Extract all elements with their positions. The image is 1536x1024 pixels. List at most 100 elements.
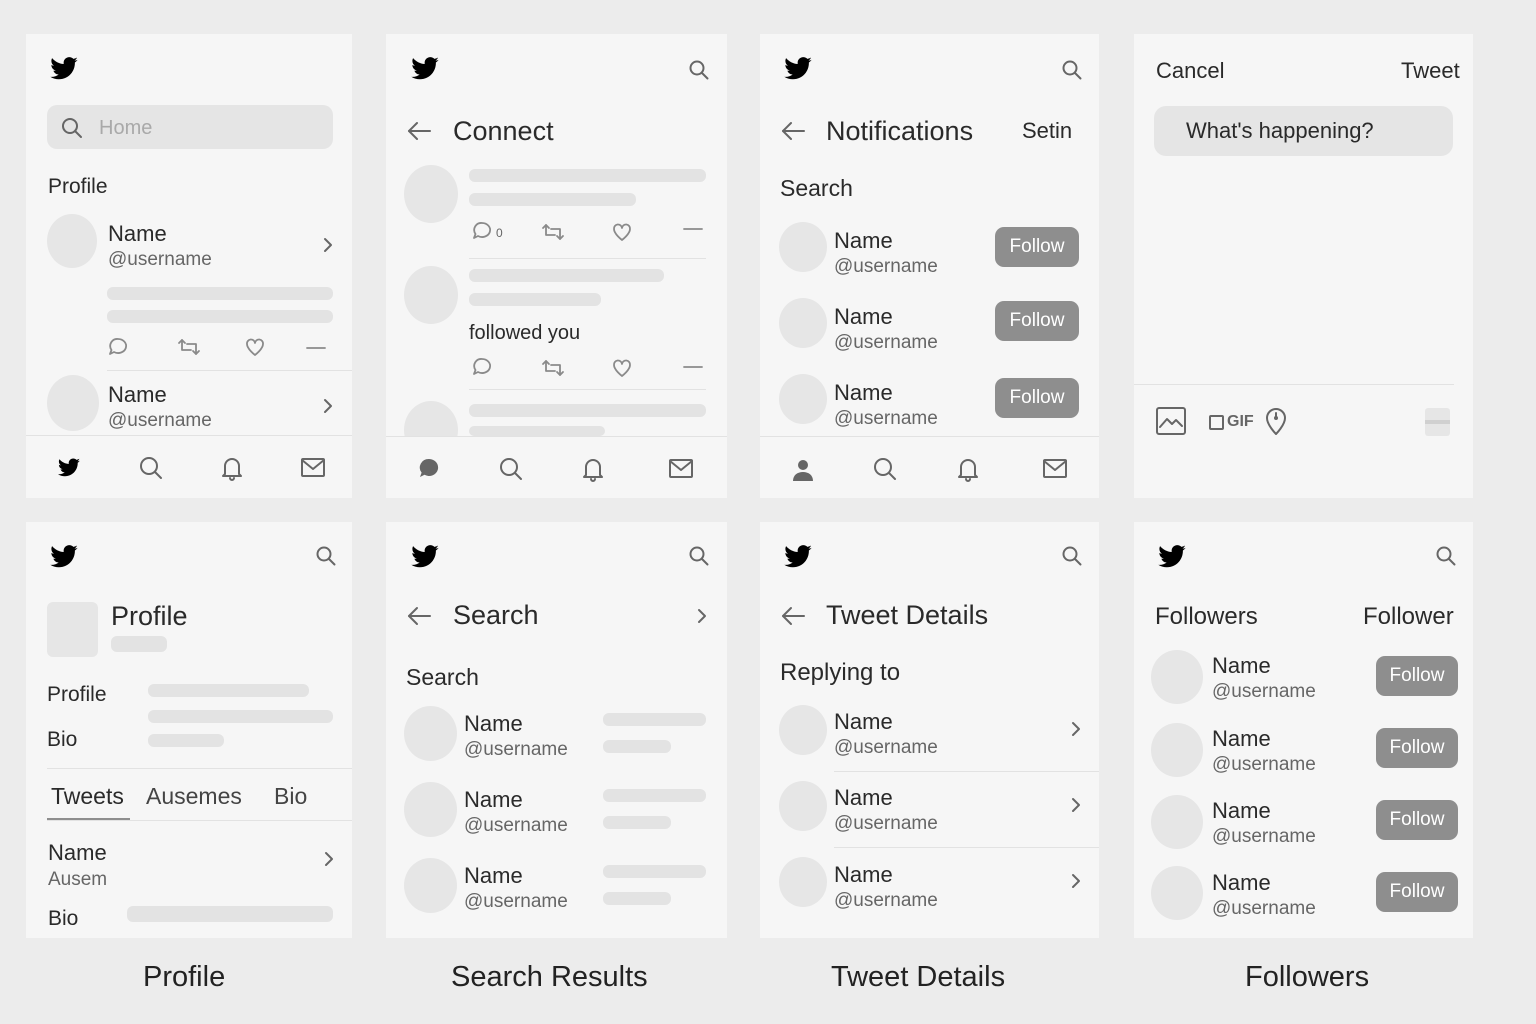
compose-input[interactable]: What's happening? <box>1154 106 1453 156</box>
search-icon[interactable] <box>689 60 709 80</box>
like-icon[interactable] <box>245 338 265 356</box>
avatar <box>1151 866 1203 920</box>
list-item[interactable]: Name @username <box>386 857 727 915</box>
list-item[interactable]: Name @username <box>760 778 1099 844</box>
caption-followers: Followers <box>1245 961 1370 993</box>
list-item[interactable]: Name Ausem <box>26 840 352 890</box>
search-results-screen: Search Search Name @username Name @usern… <box>386 522 727 938</box>
reply-icon[interactable] <box>472 357 492 377</box>
user-name: Name <box>834 228 893 253</box>
retweet-icon[interactable] <box>541 359 565 377</box>
content-placeholder <box>107 310 333 323</box>
list-item: Name @username Follow <box>760 372 1099 432</box>
twitter-bird-icon[interactable] <box>782 54 814 84</box>
follow-button[interactable]: Follow <box>995 227 1079 267</box>
more-icon[interactable] <box>683 227 703 231</box>
back-arrow-icon[interactable] <box>407 122 431 140</box>
content-placeholder <box>603 892 671 905</box>
follow-button[interactable]: Follow <box>1376 872 1458 912</box>
gif-icon[interactable]: GIF <box>1209 413 1254 431</box>
search-label: Search <box>780 175 853 201</box>
search-icon[interactable] <box>1062 60 1082 80</box>
twitter-bird-icon[interactable] <box>1156 542 1188 572</box>
chevron-right-icon <box>1072 798 1080 812</box>
char-counter <box>1425 408 1450 436</box>
item-sub: Ausem <box>48 869 108 890</box>
retweet-icon[interactable] <box>177 338 201 356</box>
user-name: Name <box>834 709 893 734</box>
tab-ausemes[interactable]: Ausemes <box>146 785 242 808</box>
back-arrow-icon[interactable] <box>781 607 805 625</box>
user-handle: @username <box>834 256 938 277</box>
search-input[interactable]: Home <box>47 105 333 149</box>
retweet-icon[interactable] <box>541 223 565 241</box>
search-icon[interactable] <box>873 457 897 481</box>
list-item[interactable]: Name @username <box>26 209 352 269</box>
list-item[interactable]: Name @username <box>760 855 1099 921</box>
search-icon[interactable] <box>316 546 336 566</box>
like-icon[interactable] <box>612 223 632 241</box>
search-placeholder: Home <box>99 117 153 139</box>
like-icon[interactable] <box>612 359 632 377</box>
follow-button[interactable]: Follow <box>995 378 1079 418</box>
list-item: Name @username Follow <box>1134 863 1473 923</box>
reply-icon[interactable] <box>108 337 128 357</box>
search-icon[interactable] <box>139 456 163 480</box>
follow-button[interactable]: Follow <box>1376 728 1458 768</box>
settings-link[interactable]: Setin <box>1022 120 1072 142</box>
twitter-bird-icon[interactable] <box>56 456 82 480</box>
follow-button[interactable]: Follow <box>1376 656 1458 696</box>
divider <box>834 771 1099 772</box>
list-item[interactable]: Name @username <box>26 372 352 432</box>
location-icon[interactable] <box>1265 407 1287 435</box>
list-item[interactable]: Name @username <box>386 781 727 839</box>
chevron-right-icon <box>325 852 333 866</box>
more-icon[interactable] <box>683 365 703 369</box>
user-handle: @username <box>834 813 938 834</box>
follow-button[interactable]: Follow <box>995 301 1079 341</box>
user-name: Name <box>464 711 523 736</box>
twitter-bird-icon[interactable] <box>48 54 80 84</box>
notifications-bell-icon[interactable] <box>221 455 243 481</box>
chevron-right-icon[interactable] <box>697 608 707 624</box>
tab-tweets[interactable]: Tweets <box>51 785 124 808</box>
search-icon[interactable] <box>1436 546 1456 566</box>
tweet-button[interactable]: Tweet <box>1401 60 1460 82</box>
avatar <box>47 602 98 657</box>
content-placeholder <box>603 789 706 802</box>
image-icon[interactable] <box>1156 407 1186 435</box>
list-item[interactable]: Name @username <box>760 702 1099 768</box>
page-title: Followers <box>1155 603 1258 630</box>
notifications-bell-icon[interactable] <box>957 456 979 482</box>
user-name: Name <box>1212 726 1271 751</box>
home-bubble-icon[interactable] <box>419 458 439 478</box>
notifications-bell-icon[interactable] <box>582 456 604 482</box>
search-icon[interactable] <box>1062 546 1082 566</box>
user-handle: @username <box>464 891 568 912</box>
messages-mail-icon[interactable] <box>669 459 693 478</box>
divider <box>469 389 706 390</box>
chevron-right-icon <box>324 399 332 413</box>
avatar <box>404 165 458 223</box>
bottom-nav <box>386 436 727 498</box>
twitter-bird-icon[interactable] <box>409 542 441 572</box>
person-icon[interactable] <box>792 459 814 481</box>
back-arrow-icon[interactable] <box>407 607 431 625</box>
search-icon <box>62 118 82 138</box>
follow-button[interactable]: Follow <box>1376 800 1458 840</box>
search-icon[interactable] <box>499 457 523 481</box>
list-item[interactable]: Name @username <box>386 705 727 763</box>
notifications-screen: Notifications Setin Search Name @usernam… <box>760 34 1099 498</box>
twitter-bird-icon[interactable] <box>782 542 814 572</box>
back-arrow-icon[interactable] <box>781 122 805 140</box>
messages-mail-icon[interactable] <box>301 458 325 477</box>
search-icon[interactable] <box>689 546 709 566</box>
cancel-button[interactable]: Cancel <box>1156 60 1224 82</box>
home-screen: Home Profile Name @username Name @userna… <box>26 34 352 498</box>
more-icon[interactable] <box>306 346 326 350</box>
twitter-bird-icon[interactable] <box>409 54 441 84</box>
twitter-bird-icon[interactable] <box>48 542 80 572</box>
tab-bio[interactable]: Bio <box>274 785 307 808</box>
reply-icon[interactable] <box>472 221 492 241</box>
messages-mail-icon[interactable] <box>1043 459 1067 478</box>
